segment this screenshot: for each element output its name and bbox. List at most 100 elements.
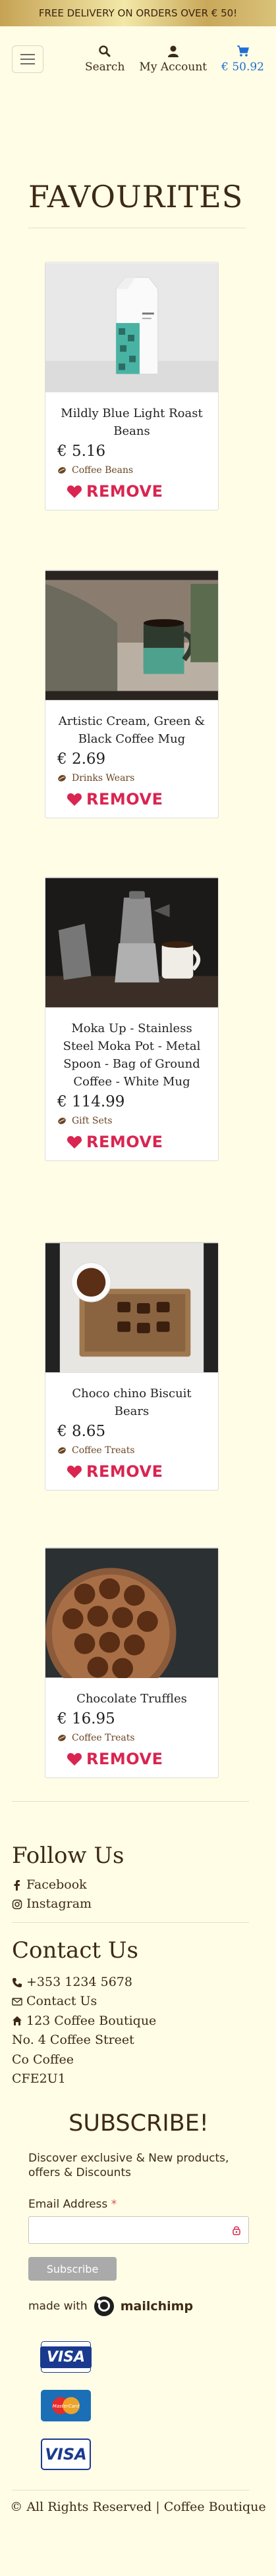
product-category[interactable]: Coffee Beans [57, 465, 206, 476]
product-image[interactable] [45, 262, 218, 393]
heart-icon [67, 793, 82, 806]
facebook-label: Facebook [26, 1877, 87, 1892]
address-line-1: No. 4 Coffee Street [12, 2033, 134, 2048]
product-category[interactable]: Gift Sets [57, 1116, 206, 1126]
hamburger-line [20, 59, 35, 60]
search-icon [99, 45, 111, 57]
site-footer: Follow Us Facebook Instagram Contact Us … [0, 1801, 276, 2517]
remove-label: REMOVE [86, 1133, 163, 1151]
subscribe-button[interactable]: Subscribe [28, 2257, 117, 2281]
coffee-bean-icon [58, 1735, 66, 1741]
address-line: No. 4 Coffee Street [12, 2031, 276, 2050]
social-links: Facebook Instagram [12, 1875, 276, 1914]
subscribe-heading: SUBSCRIBE! [69, 2110, 209, 2137]
product-category[interactable]: Coffee Treats [57, 1445, 206, 1456]
mailchimp-wordmark: mailchimp [120, 2299, 194, 2314]
remove-favourite-button[interactable]: REMOVE [67, 1462, 206, 1481]
address-line: CFE2U1 [12, 2069, 276, 2089]
product-category[interactable]: Coffee Treats [57, 1733, 206, 1743]
remove-favourite-button[interactable]: REMOVE [67, 1750, 206, 1768]
remove-label: REMOVE [86, 1462, 163, 1481]
coffee-bean-icon [58, 1118, 66, 1124]
email-label-text: Email Address [28, 2198, 108, 2212]
nav-account[interactable]: My Account [139, 45, 207, 74]
email-field[interactable] [28, 2216, 249, 2244]
visa-card-icon: VISA [40, 2341, 92, 2373]
product-image[interactable] [45, 1243, 218, 1373]
visa-card-icon: VISA [41, 2439, 91, 2471]
phone-icon [13, 1977, 22, 1987]
facebook-icon [14, 1879, 20, 1891]
product-name[interactable]: Artistic Cream, Green & Black Coffee Mug [57, 712, 206, 748]
product-price: € 16.95 [57, 1710, 115, 1727]
remove-favourite-button[interactable]: REMOVE [67, 482, 206, 501]
heart-icon [67, 1466, 82, 1478]
mastercard-label: MasterCard [53, 2404, 80, 2409]
address-name-text: 123 Coffee Boutique [26, 2013, 157, 2028]
contact-us-heading: Contact Us [12, 1937, 138, 1964]
follow-us-heading: Follow Us [12, 1843, 124, 1869]
product-price: € 8.65 [57, 1423, 106, 1440]
subscribe-form: SUBSCRIBE! Discover exclusive & New prod… [28, 2110, 249, 2318]
mastercard-circles: MasterCard [52, 2397, 80, 2415]
instagram-icon [12, 1899, 22, 1910]
product-price: € 5.16 [57, 443, 106, 460]
contact-email-link[interactable]: Contact Us [12, 1992, 276, 2011]
mastercard-icon: MasterCard [41, 2390, 91, 2422]
home-icon [13, 2016, 22, 2026]
subscribe-description: Discover exclusive & New products, offer… [28, 2151, 229, 2180]
product-category-label: Coffee Treats [72, 1445, 135, 1456]
password-manager-icon [233, 2226, 240, 2236]
remove-favourite-button[interactable]: REMOVE [67, 790, 206, 808]
copyright-icon: © [10, 2500, 23, 2515]
heart-icon [67, 1753, 82, 1766]
facebook-link[interactable]: Facebook [12, 1875, 276, 1895]
favourite-card: Choco chino Biscuit Bears € 8.65 Coffee … [45, 1242, 219, 1491]
cart-icon [236, 45, 249, 57]
product-category-label: Coffee Treats [72, 1733, 135, 1743]
product-price: € 2.69 [57, 751, 106, 768]
made-with-text: made with [28, 2300, 88, 2314]
nav-search-label: Search [84, 61, 125, 74]
favourite-card: Moka Up - Stainless Steel Moka Pot - Met… [45, 877, 219, 1161]
product-name[interactable]: Chocolate Truffles [57, 1690, 206, 1708]
product-name[interactable]: Moka Up - Stainless Steel Moka Pot - Met… [57, 1020, 206, 1091]
contact-list: +353 1234 5678 Contact Us 123 Coffee Bou… [12, 1973, 276, 2089]
mailchimp-badge[interactable]: made with mailchimp [28, 2295, 249, 2317]
nav-search[interactable]: Search [85, 45, 124, 74]
email-label: Email Address * [28, 2198, 249, 2211]
hamburger-line [20, 63, 35, 64]
product-category[interactable]: Drinks Wears [57, 773, 206, 783]
favourite-card: Chocolate Truffles € 16.95 Coffee Treats… [45, 1547, 219, 1778]
address-line: Co Coffee [12, 2050, 276, 2069]
product-name[interactable]: Choco chino Biscuit Bears [57, 1385, 206, 1420]
product-category-label: Drinks Wears [72, 773, 135, 783]
remove-label: REMOVE [86, 482, 163, 501]
phone-link[interactable]: +353 1234 5678 [12, 1973, 276, 1992]
product-image[interactable] [45, 1548, 218, 1678]
coffee-bean-icon [58, 467, 66, 474]
address-name: 123 Coffee Boutique [12, 2012, 276, 2031]
promo-banner: FREE DELIVERY ON ORDERS OVER € 50! [0, 0, 276, 26]
heart-icon [67, 485, 82, 498]
instagram-link[interactable]: Instagram [12, 1895, 276, 1914]
envelope-icon [12, 1998, 22, 2006]
promo-banner-text: FREE DELIVERY ON ORDERS OVER € 50! [38, 7, 238, 19]
coffee-bean-icon [58, 775, 66, 781]
contact-link-label: Contact Us [26, 1994, 97, 2009]
product-image[interactable] [45, 878, 218, 1008]
footer-divider [12, 1921, 249, 1923]
remove-favourite-button[interactable]: REMOVE [67, 1133, 206, 1151]
product-image[interactable] [45, 570, 218, 701]
hamburger-line [20, 54, 35, 55]
product-price: € 114.99 [57, 1093, 125, 1110]
visa-card-label: VISA [45, 2445, 87, 2464]
coffee-bean-icon [58, 1447, 66, 1454]
nav-account-label: My Account [139, 61, 207, 74]
nav-cart[interactable]: € 50.92 [221, 45, 264, 74]
product-name[interactable]: Mildly Blue Light Roast Beans [57, 405, 206, 440]
product-category-label: Gift Sets [72, 1116, 113, 1126]
mailchimp-logo-icon [94, 2296, 114, 2317]
hamburger-menu-button[interactable] [12, 45, 43, 73]
copyright-text: All Rights Reserved | Coffee Boutique [26, 2500, 266, 2515]
